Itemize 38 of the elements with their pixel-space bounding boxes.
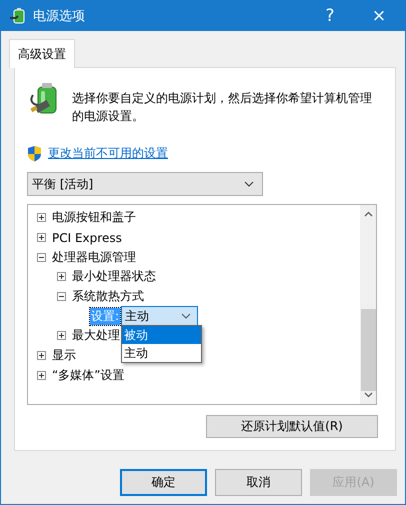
setting-label: 设置: bbox=[90, 308, 120, 325]
description: 选择你要自定义的电源计划，然后选择你希望计算机管理的电源设置。 bbox=[72, 90, 373, 125]
expand-icon[interactable] bbox=[37, 233, 46, 242]
collapse-icon[interactable] bbox=[37, 252, 46, 262]
help-button[interactable]: ? bbox=[307, 0, 353, 31]
expand-icon[interactable] bbox=[37, 213, 46, 222]
plan-dropdown[interactable]: 平衡 [活动] bbox=[27, 172, 263, 196]
restore-defaults-button[interactable]: 还原计划默认值(R) bbox=[206, 415, 378, 438]
dialog-button[interactable]: 确定 bbox=[120, 469, 207, 496]
close-button[interactable]: × bbox=[353, 0, 405, 31]
tree-item[interactable]: 系统散热方式 bbox=[72, 288, 144, 306]
scroll-down-icon[interactable] bbox=[364, 392, 372, 398]
expand-icon[interactable] bbox=[37, 351, 46, 360]
chevron-icon bbox=[244, 181, 254, 187]
dropdown-option[interactable]: 被动 bbox=[122, 326, 202, 344]
dropdown-option[interactable]: 主动 bbox=[122, 344, 202, 362]
expand-icon[interactable] bbox=[37, 370, 46, 380]
tree-item[interactable]: PCI Express bbox=[52, 230, 122, 245]
tree-item[interactable]: 电源按钮和盖子 bbox=[52, 209, 136, 226]
expand-icon[interactable] bbox=[57, 331, 66, 340]
scrollbar-thumb[interactable] bbox=[360, 309, 376, 391]
window-title: 电源选项 bbox=[33, 8, 86, 24]
expand-icon[interactable] bbox=[57, 272, 66, 282]
tree-item[interactable]: “多媒体”设置 bbox=[52, 366, 124, 384]
tree-item[interactable]: 处理器电源管理 bbox=[52, 248, 136, 266]
dialog-button[interactable]: 取消 bbox=[215, 469, 302, 496]
scrollbar[interactable] bbox=[360, 205, 376, 404]
change-settings-link[interactable]: 更改当前不可用的设置 bbox=[48, 145, 168, 162]
tree-item[interactable]: 最大处理 bbox=[72, 327, 120, 344]
tree-item[interactable]: 最小处理器状态 bbox=[72, 268, 156, 286]
battery-icon bbox=[9, 6, 27, 24]
shield-icon bbox=[27, 145, 42, 162]
tree-item[interactable]: 显示 bbox=[52, 347, 76, 364]
chevron-icon bbox=[181, 313, 192, 320]
scroll-up-icon[interactable] bbox=[364, 211, 372, 217]
setting-dropdown[interactable]: 主动 bbox=[121, 306, 198, 326]
collapse-icon[interactable] bbox=[57, 292, 66, 302]
tab[interactable]: 高级设置 bbox=[9, 39, 75, 68]
